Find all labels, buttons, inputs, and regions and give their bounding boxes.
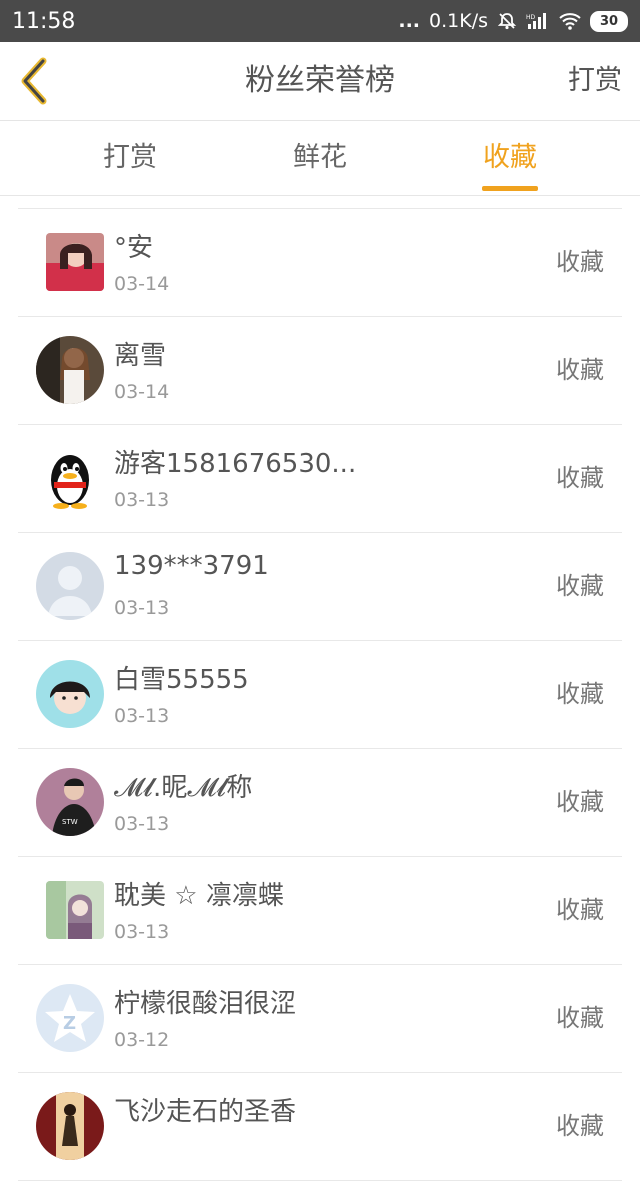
tab-bar: 打赏 鲜花 收藏	[0, 121, 640, 196]
avatar	[36, 444, 104, 512]
list-item[interactable]: °安 03-14 收藏	[18, 209, 622, 317]
status-icons: ... 0.1K/s HD 30	[398, 10, 628, 32]
list-item[interactable]: 耽美 ☆ 凛凛蝶 03-13 收藏	[18, 857, 622, 965]
list-item[interactable]: 飞沙走石的圣香 收藏	[18, 1073, 622, 1181]
favorite-label: 收藏	[556, 1004, 604, 1032]
favorite-label: 收藏	[556, 680, 604, 708]
avatar	[36, 552, 104, 620]
date: 03-13	[114, 813, 170, 835]
date: 03-14	[114, 273, 170, 295]
favorite-label: 收藏	[556, 896, 604, 924]
network-speed: 0.1K/s	[429, 10, 488, 32]
date: 03-13	[114, 597, 170, 619]
favorite-label: 收藏	[556, 464, 604, 492]
favorite-label: 收藏	[556, 356, 604, 384]
user-name: 𝓜𝓵.昵𝓜𝓵称	[114, 773, 253, 803]
avatar: Z	[36, 984, 104, 1052]
qzone-star-icon: Z	[36, 984, 104, 1052]
battery-icon: 30	[590, 10, 628, 32]
svg-text:STW: STW	[62, 818, 78, 826]
qq-penguin-icon	[36, 444, 104, 512]
list-item[interactable]: Z 柠檬很酸泪很涩 03-12 收藏	[18, 965, 622, 1073]
tab-favorites-label: 收藏	[483, 142, 537, 173]
signal-icon: HD	[526, 13, 546, 29]
mute-bell-icon	[497, 13, 517, 30]
tab-reward[interactable]: 打赏	[40, 121, 220, 195]
fans-list: °安 03-14 收藏 离雪 03-14 收藏 游客1581676530... …	[18, 208, 622, 1181]
favorite-label: 收藏	[556, 572, 604, 600]
user-name: 139***3791	[114, 551, 269, 581]
user-name: °安	[114, 233, 154, 263]
list-item[interactable]: 139***3791 03-13 收藏	[18, 533, 622, 641]
reward-button[interactable]: 打赏	[568, 42, 622, 120]
avatar	[36, 660, 104, 728]
avatar: STW	[36, 768, 104, 836]
user-name: 白雪55555	[114, 665, 249, 695]
user-name: 柠檬很酸泪很涩	[114, 989, 297, 1019]
more-dots: ...	[398, 10, 421, 32]
list-item[interactable]: 离雪 03-14 收藏	[18, 317, 622, 425]
favorite-label: 收藏	[556, 788, 604, 816]
avatar	[36, 336, 104, 404]
date: 03-14	[114, 381, 170, 403]
date: 03-13	[114, 705, 170, 727]
tab-favorites[interactable]: 收藏	[420, 121, 600, 195]
date: 03-13	[114, 921, 170, 943]
user-name: 飞沙走石的圣香	[114, 1097, 297, 1127]
favorite-label: 收藏	[556, 248, 604, 276]
header-bar: 粉丝荣誉榜 打赏	[0, 42, 640, 121]
wifi-icon	[559, 13, 581, 30]
date: 03-13	[114, 489, 170, 511]
user-name: 耽美 ☆ 凛凛蝶	[114, 881, 284, 911]
status-time: 11:58	[12, 8, 76, 34]
active-tab-indicator	[482, 186, 538, 191]
user-name: 离雪	[114, 341, 167, 371]
list-item[interactable]: 白雪55555 03-13 收藏	[18, 641, 622, 749]
avatar	[36, 1092, 104, 1160]
chevron-left-icon	[21, 57, 47, 105]
favorite-label: 收藏	[556, 1112, 604, 1140]
avatar	[46, 233, 104, 291]
svg-text:HD: HD	[526, 14, 536, 21]
list-item[interactable]: STW 𝓜𝓵.昵𝓜𝓵称 03-13 收藏	[18, 749, 622, 857]
back-button[interactable]	[12, 56, 56, 106]
page-title: 粉丝荣誉榜	[245, 63, 395, 98]
date: 03-12	[114, 1029, 170, 1051]
user-name: 游客1581676530...	[114, 449, 357, 479]
list-item[interactable]: 游客1581676530... 03-13 收藏	[18, 425, 622, 533]
svg-text:Z: Z	[63, 1013, 76, 1034]
status-bar: 11:58 ... 0.1K/s HD 30	[0, 0, 640, 42]
avatar	[46, 881, 104, 939]
default-user-icon	[36, 552, 104, 620]
tab-flowers[interactable]: 鲜花	[230, 121, 410, 195]
